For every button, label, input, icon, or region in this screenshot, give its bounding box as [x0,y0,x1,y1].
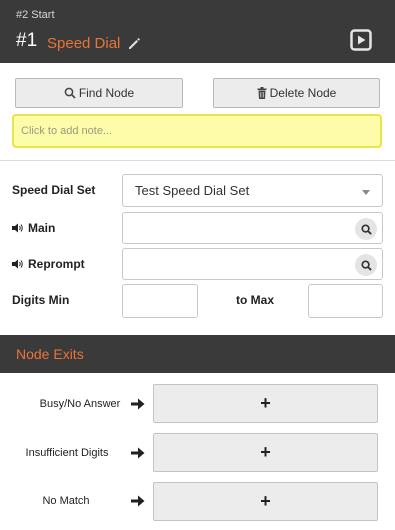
node-title[interactable]: Speed Dial [47,35,120,52]
main-search-button[interactable] [355,218,377,240]
divider [0,160,395,161]
note-field[interactable]: Click to add note... [12,114,382,148]
delete-node-button[interactable]: Delete Node [213,78,380,108]
arrow-right-icon [131,495,145,507]
find-node-label: Find Node [78,86,135,100]
arrow-right-icon [131,398,145,410]
add-exit-insufficient-digits-button[interactable]: + [153,433,378,472]
add-exit-no-match-button[interactable]: + [153,482,378,521]
reprompt-label-row: Reprompt [12,257,85,271]
exit-label-no-match: No Match [42,495,90,507]
main-label: Main [28,221,56,235]
node-header: #2 Start #1 Speed Dial [0,0,395,63]
reprompt-input[interactable] [122,248,383,280]
exit-label-busy: Busy/No Answer [39,398,121,410]
node-number: #1 [16,30,38,51]
node-exits-title: Node Exits [16,346,84,362]
digits-min-input[interactable] [122,284,198,318]
digits-max-input[interactable] [308,284,383,318]
to-max-label: to Max [236,293,275,307]
reprompt-label: Reprompt [28,257,85,271]
speaker-icon [12,223,23,233]
find-node-button[interactable]: Find Node [15,78,183,108]
delete-node-label: Delete Node [269,86,337,100]
speed-dial-set-label: Speed Dial Set [12,183,96,197]
reprompt-search-button[interactable] [355,254,377,276]
add-exit-busy-button[interactable]: + [153,384,378,423]
trash-icon [257,87,267,99]
main-prompt-input[interactable] [122,212,383,244]
speed-dial-set-value: Test Speed Dial Set [135,183,250,198]
main-label-row: Main [12,221,55,235]
play-icon[interactable] [350,29,372,51]
digits-min-label: Digits Min [12,293,70,307]
pencil-icon[interactable] [126,35,142,51]
node-exits-header: Node Exits [0,335,395,373]
speed-dial-set-select[interactable]: Test Speed Dial Set [122,174,383,207]
search-icon [360,259,372,271]
speaker-icon [12,259,23,269]
arrow-right-icon [131,447,145,459]
search-icon [360,223,372,235]
chevron-down-icon [362,190,370,195]
breadcrumb[interactable]: #2 Start [16,9,55,21]
exit-label-insufficient-digits: Insufficient Digits [25,447,109,459]
search-icon [64,87,76,99]
